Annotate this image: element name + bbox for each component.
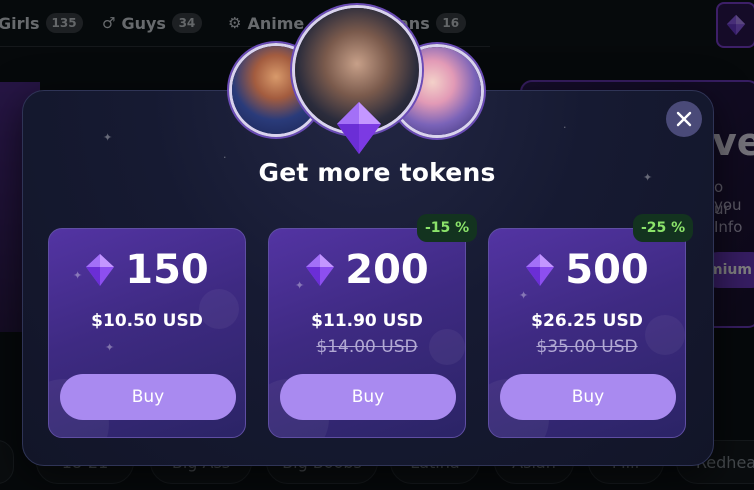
modal-title: Get more tokens: [258, 158, 496, 187]
package-price: $10.50 USD: [91, 311, 203, 331]
token-amount: 150: [125, 247, 209, 293]
package-old-price: $14.00 USD: [316, 337, 418, 357]
buy-button[interactable]: Buy: [280, 374, 456, 420]
token-amount-row: 150: [49, 247, 245, 293]
token-amount: 200: [345, 247, 429, 293]
diamond-icon: [306, 254, 335, 286]
token-amount-row: 500: [489, 247, 685, 293]
diamond-icon: [337, 102, 381, 154]
package-price: $26.25 USD: [531, 311, 643, 331]
buy-button[interactable]: Buy: [500, 374, 676, 420]
close-button[interactable]: [666, 101, 702, 137]
close-icon: [676, 111, 692, 127]
token-package-card[interactable]: ✦ ✦ 150 $10.50 USD Buy: [48, 228, 246, 438]
package-old-price: $35.00 USD: [536, 337, 638, 357]
token-amount-row: 200: [269, 247, 465, 293]
discount-badge: -15 %: [417, 214, 478, 242]
buy-button[interactable]: Buy: [60, 374, 236, 420]
discount-badge: -25 %: [633, 214, 694, 242]
token-amount: 500: [565, 247, 649, 293]
token-package-card[interactable]: ✦ 500 $26.25 USD $35.00 USD Buy: [488, 228, 686, 438]
diamond-icon: [526, 254, 555, 286]
diamond-icon: [86, 254, 115, 286]
token-package-card[interactable]: ✦ 200 $11.90 USD $14.00 USD Buy: [268, 228, 466, 438]
package-price: $11.90 USD: [311, 311, 423, 331]
